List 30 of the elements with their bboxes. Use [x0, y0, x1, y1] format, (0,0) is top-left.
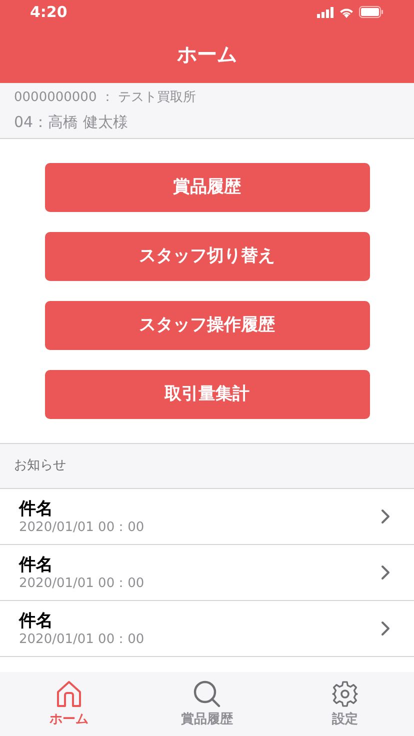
chevron-icon	[381, 565, 390, 580]
notice-subject: 件名	[19, 610, 54, 632]
store-info: 0000000000 ： テスト買取所	[14, 89, 197, 107]
menu-button[interactable]: 取引量集計	[44, 370, 370, 419]
section-title: お知らせ	[14, 457, 66, 476]
tab-item[interactable]: 賞品履歴	[138, 680, 276, 736]
menu-button[interactable]: 賞品履歴	[44, 163, 370, 212]
notice-row[interactable]: 件名 2020/01/01 00：00	[0, 545, 414, 601]
home-icon	[55, 680, 83, 708]
status-time: 4:20	[30, 2, 68, 23]
notice-date: 2020/01/01 00：00	[19, 520, 144, 536]
notice-subject: 件名	[19, 554, 54, 576]
chevron-icon	[381, 621, 390, 636]
menu-button[interactable]: スタッフ切り替え	[44, 232, 370, 281]
signal-icon	[317, 6, 334, 18]
wifi-icon	[339, 6, 354, 18]
tab-item[interactable]: ホーム	[0, 680, 138, 736]
search-icon	[193, 680, 221, 708]
staff-name: 04：高橋 健太様	[14, 112, 129, 132]
header-title: ホーム	[177, 40, 237, 68]
notice-row[interactable]: 件名 2020/01/01 00：00	[0, 601, 414, 657]
notice-row[interactable]: 件名 2020/01/01 00：00	[0, 489, 414, 545]
settings-icon	[331, 680, 359, 708]
tab-item[interactable]: 設定	[276, 680, 414, 736]
notice-subject: 件名	[19, 498, 54, 520]
notice-date: 2020/01/01 00：00	[19, 576, 144, 592]
battery-icon	[359, 6, 384, 18]
chevron-icon	[381, 509, 390, 524]
menu-button[interactable]: スタッフ操作履歴	[44, 301, 370, 350]
notice-date: 2020/01/01 00：00	[19, 632, 144, 648]
